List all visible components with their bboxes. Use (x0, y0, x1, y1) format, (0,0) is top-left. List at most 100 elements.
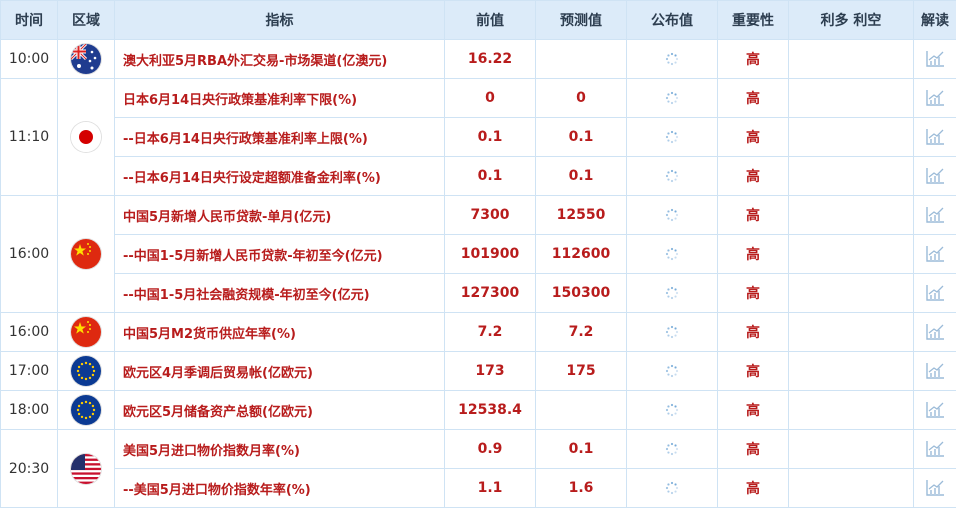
effect-cell (789, 235, 914, 274)
loading-spinner-icon (665, 246, 679, 262)
chart-analysis-icon[interactable] (925, 51, 945, 67)
effect-cell (789, 274, 914, 313)
forecast-value: 0.1 (536, 118, 627, 157)
header-time: 时间 (1, 1, 58, 40)
table-row: 20:30美国5月进口物价指数月率(%)0.90.1高 (1, 430, 956, 469)
previous-value: 0 (445, 79, 536, 118)
chart-analysis-icon[interactable] (925, 480, 945, 496)
indicator-name[interactable]: 欧元区4月季调后贸易帐(亿欧元) (115, 352, 445, 391)
table-row: --中国1-5月社会融资规模-年初至今(亿元)127300150300高 (1, 274, 956, 313)
indicator-name[interactable]: 美国5月进口物价指数月率(%) (115, 430, 445, 469)
chart-analysis-icon[interactable] (925, 441, 945, 457)
effect-cell (789, 40, 914, 79)
chart-analysis-icon[interactable] (925, 285, 945, 301)
region-cell (58, 430, 115, 508)
forecast-value (536, 40, 627, 79)
china-flag-icon (71, 317, 101, 347)
interpretation-cell[interactable] (914, 79, 956, 118)
release-time: 11:10 (1, 79, 58, 196)
importance-value: 高 (718, 313, 789, 352)
previous-value: 12538.4 (445, 391, 536, 430)
table-row: --中国1-5月新增人民币贷款-年初至今(亿元)101900112600高 (1, 235, 956, 274)
forecast-value: 0.1 (536, 430, 627, 469)
indicator-name[interactable]: --日本6月14日央行设定超额准备金利率(%) (115, 157, 445, 196)
interpretation-cell[interactable] (914, 430, 956, 469)
forecast-value (536, 391, 627, 430)
previous-value: 0.1 (445, 118, 536, 157)
interpretation-cell[interactable] (914, 274, 956, 313)
chart-analysis-icon[interactable] (925, 402, 945, 418)
interpretation-cell[interactable] (914, 235, 956, 274)
chart-analysis-icon[interactable] (925, 207, 945, 223)
region-cell (58, 196, 115, 313)
header-region: 区域 (58, 1, 115, 40)
table-row: --美国5月进口物价指数年率(%)1.11.6高 (1, 469, 956, 508)
importance-value: 高 (718, 40, 789, 79)
indicator-name[interactable]: --中国1-5月新增人民币贷款-年初至今(亿元) (115, 235, 445, 274)
indicator-name[interactable]: --中国1-5月社会融资规模-年初至今(亿元) (115, 274, 445, 313)
header-forecast: 预测值 (536, 1, 627, 40)
interpretation-cell[interactable] (914, 469, 956, 508)
forecast-value: 0 (536, 79, 627, 118)
forecast-value: 150300 (536, 274, 627, 313)
previous-value: 1.1 (445, 469, 536, 508)
actual-value (627, 430, 718, 469)
chart-analysis-icon[interactable] (925, 90, 945, 106)
region-cell (58, 313, 115, 352)
previous-value: 173 (445, 352, 536, 391)
indicator-name[interactable]: --日本6月14日央行政策基准利率上限(%) (115, 118, 445, 157)
importance-value: 高 (718, 235, 789, 274)
indicator-name[interactable]: 日本6月14日央行政策基准利率下限(%) (115, 79, 445, 118)
indicator-name[interactable]: 中国5月M2货币供应年率(%) (115, 313, 445, 352)
loading-spinner-icon (665, 402, 679, 418)
indicator-name[interactable]: 澳大利亚5月RBA外汇交易-市场渠道(亿澳元) (115, 40, 445, 79)
interpretation-cell[interactable] (914, 40, 956, 79)
previous-value: 7.2 (445, 313, 536, 352)
table-row: 16:00中国5月M2货币供应年率(%)7.27.2高 (1, 313, 956, 352)
release-time: 10:00 (1, 40, 58, 79)
chart-analysis-icon[interactable] (925, 324, 945, 340)
effect-cell (789, 430, 914, 469)
effect-cell (789, 157, 914, 196)
actual-value (627, 352, 718, 391)
importance-value: 高 (718, 79, 789, 118)
effect-cell (789, 118, 914, 157)
china-flag-icon (71, 239, 101, 269)
header-effect: 利多 利空 (789, 1, 914, 40)
interpretation-cell[interactable] (914, 313, 956, 352)
region-cell (58, 391, 115, 430)
loading-spinner-icon (665, 168, 679, 184)
table-row: 16:00中国5月新增人民币贷款-单月(亿元)730012550高 (1, 196, 956, 235)
importance-value: 高 (718, 274, 789, 313)
release-time: 16:00 (1, 313, 58, 352)
indicator-name[interactable]: --美国5月进口物价指数年率(%) (115, 469, 445, 508)
interpretation-cell[interactable] (914, 352, 956, 391)
previous-value: 16.22 (445, 40, 536, 79)
interpretation-cell[interactable] (914, 118, 956, 157)
actual-value (627, 79, 718, 118)
usa-flag-icon (71, 454, 101, 484)
eu-flag-icon (71, 395, 101, 425)
importance-value: 高 (718, 118, 789, 157)
actual-value (627, 235, 718, 274)
chart-analysis-icon[interactable] (925, 168, 945, 184)
loading-spinner-icon (665, 480, 679, 496)
loading-spinner-icon (665, 129, 679, 145)
previous-value: 7300 (445, 196, 536, 235)
importance-value: 高 (718, 157, 789, 196)
actual-value (627, 118, 718, 157)
actual-value (627, 469, 718, 508)
chart-analysis-icon[interactable] (925, 363, 945, 379)
interpretation-cell[interactable] (914, 157, 956, 196)
importance-value: 高 (718, 430, 789, 469)
importance-value: 高 (718, 391, 789, 430)
header-row: 时间 区域 指标 前值 预测值 公布值 重要性 利多 利空 解读 (1, 1, 956, 40)
indicator-name[interactable]: 欧元区5月储备资产总额(亿欧元) (115, 391, 445, 430)
forecast-value: 1.6 (536, 469, 627, 508)
interpretation-cell[interactable] (914, 391, 956, 430)
chart-analysis-icon[interactable] (925, 129, 945, 145)
indicator-name[interactable]: 中国5月新增人民币贷款-单月(亿元) (115, 196, 445, 235)
australia-flag-icon (71, 44, 101, 74)
chart-analysis-icon[interactable] (925, 246, 945, 262)
interpretation-cell[interactable] (914, 196, 956, 235)
